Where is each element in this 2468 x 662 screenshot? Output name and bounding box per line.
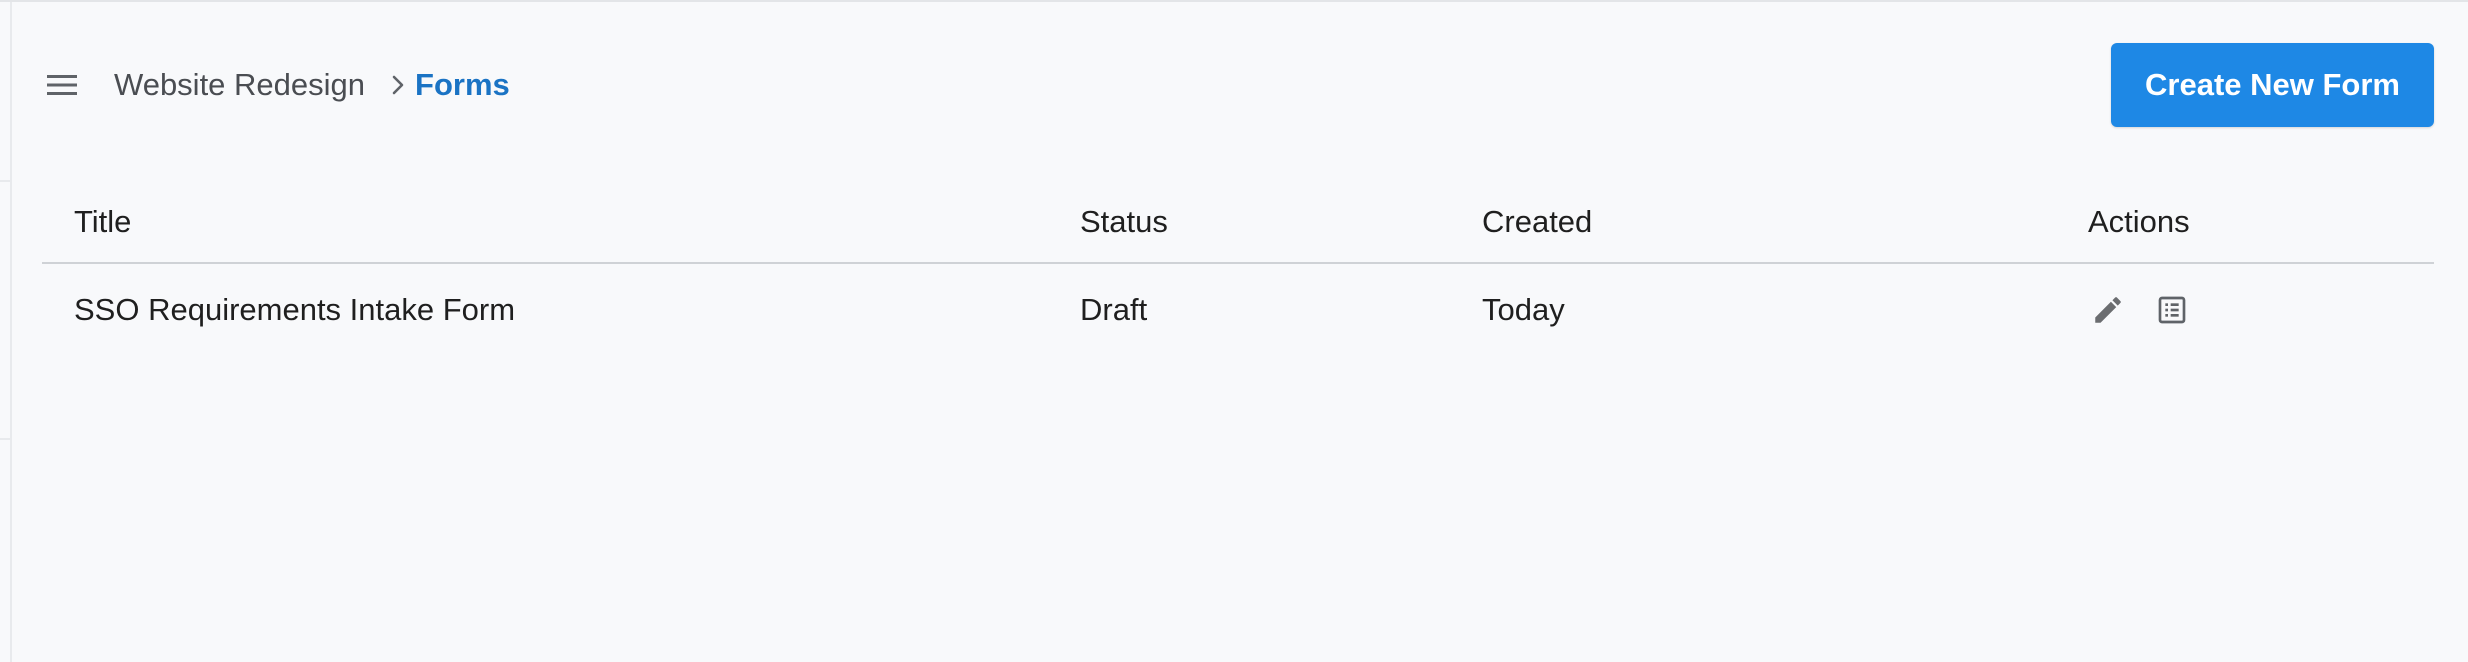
cell-actions bbox=[2088, 290, 2434, 330]
breadcrumb: Website Redesign Forms bbox=[114, 67, 510, 103]
header-actions: Actions bbox=[2088, 204, 2190, 239]
page: Website Redesign Forms Create New Form T… bbox=[0, 0, 2468, 662]
header: Website Redesign Forms Create New Form bbox=[42, 42, 2434, 128]
cell-status: Draft bbox=[1080, 292, 1148, 327]
rail-divider bbox=[0, 438, 10, 440]
create-new-form-button[interactable]: Create New Form bbox=[2111, 43, 2434, 127]
left-rail bbox=[0, 2, 12, 662]
hamburger-menu-icon bbox=[47, 75, 77, 95]
header-title[interactable]: Title bbox=[42, 204, 1080, 240]
breadcrumb-current: Forms bbox=[415, 67, 510, 102]
menu-button[interactable] bbox=[42, 65, 82, 105]
view-responses-button[interactable] bbox=[2152, 290, 2192, 330]
cell-title[interactable]: SSO Requirements Intake Form bbox=[42, 292, 1080, 328]
table-header: Title Status Created Actions bbox=[42, 182, 2434, 264]
table-row[interactable]: SSO Requirements Intake Form Draft Today bbox=[42, 264, 2434, 356]
chevron-right-icon bbox=[391, 74, 405, 96]
header-status[interactable]: Status bbox=[1080, 204, 1482, 240]
list-alt-icon bbox=[2158, 296, 2186, 324]
forms-table: Title Status Created Actions SSO Require… bbox=[42, 182, 2434, 356]
rail-divider bbox=[0, 180, 10, 182]
edit-button[interactable] bbox=[2088, 290, 2128, 330]
breadcrumb-project-link[interactable]: Website Redesign bbox=[114, 67, 365, 103]
pencil-icon bbox=[2095, 297, 2121, 323]
cell-created: Today bbox=[1482, 292, 1565, 327]
header-created[interactable]: Created bbox=[1482, 204, 2088, 240]
